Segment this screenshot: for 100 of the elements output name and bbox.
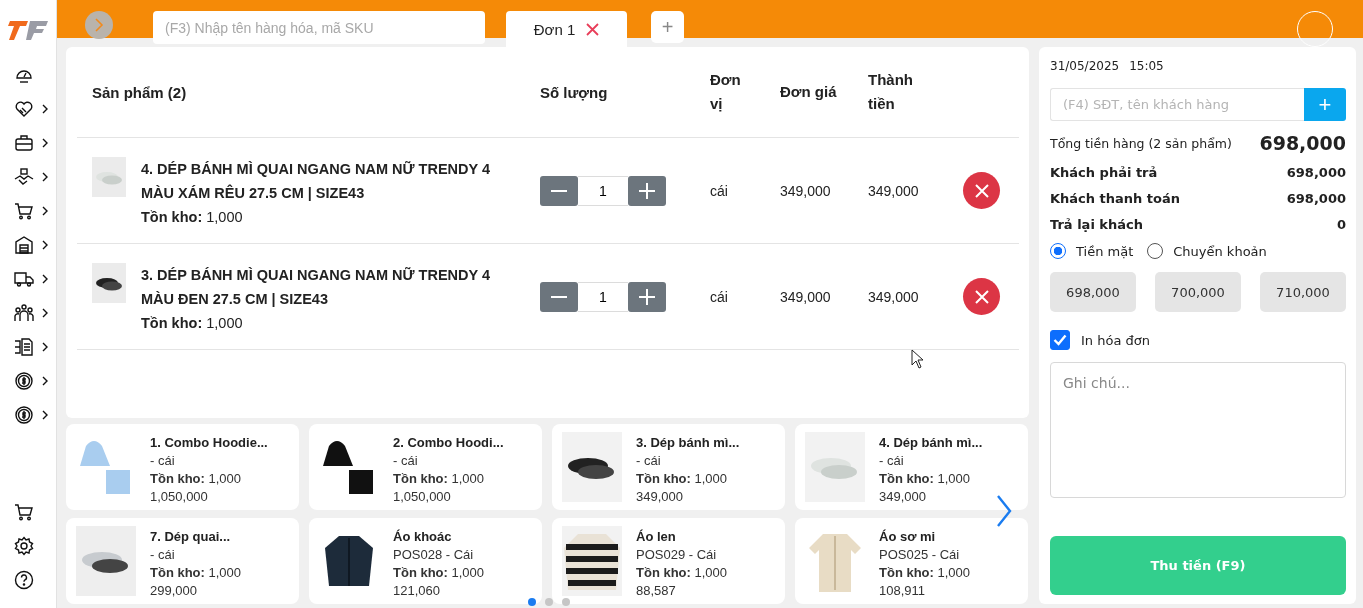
product-name: Áo sơ mi — [879, 528, 937, 546]
remove-button[interactable] — [963, 172, 1000, 209]
help-icon[interactable] — [14, 570, 34, 590]
page-dot[interactable] — [545, 598, 553, 606]
next-icon[interactable] — [996, 494, 1012, 528]
summary-value: 698,000 — [1286, 165, 1346, 180]
product-price: 88,587 — [636, 582, 677, 600]
product-name: 2. Combo Hoodi... — [393, 434, 504, 452]
coin-icon[interactable] — [14, 371, 34, 391]
product-name: 3. DÉP BÁNH MÌ QUAI NGANG NAM NỮ TRENDY 4 MÀU ĐEN 27.5 CM | SIZE43 — [141, 265, 492, 309]
doc-icon[interactable] — [14, 337, 34, 357]
stock-text: Tồn kho: 1,000 — [636, 470, 729, 488]
quantity-field[interactable]: 1 — [578, 175, 628, 206]
subtotal-label: Tổng tiền hàng (2 sản phẩm) — [1050, 135, 1232, 151]
minus-icon — [551, 189, 567, 192]
chevron-icon[interactable] — [42, 342, 48, 352]
product-card[interactable]: 1. Combo Hoodie... - cái Tồn kho: 1,000 1,050,000 — [66, 424, 299, 510]
column-header: Số lượng — [540, 83, 609, 101]
remove-button[interactable] — [963, 278, 1000, 315]
product-card[interactable]: Áo len POS029 - Cái Tồn kho: 1,000 88,587 — [552, 518, 785, 604]
chevron-icon[interactable] — [42, 104, 48, 114]
product-unit: POS029 - Cái — [636, 546, 718, 564]
payment-radio[interactable]: Tiền mặt — [1050, 243, 1134, 259]
chevron-icon[interactable] — [42, 206, 48, 216]
decrease-button[interactable] — [540, 281, 578, 312]
search-field[interactable]: (F3) Nhập tên hàng hóa, mã SKU — [153, 11, 485, 44]
table-cell-text: 349,000 — [868, 288, 920, 305]
decrease-button[interactable] — [540, 175, 578, 206]
chevron-icon[interactable] — [42, 376, 48, 386]
product-card[interactable]: Áo sơ mi POS025 - Cái Tồn kho: 1,000 108,911 — [795, 518, 1028, 604]
product-price: 349,000 — [879, 488, 927, 506]
cart-icon[interactable] — [14, 201, 34, 221]
page-dot[interactable] — [528, 598, 536, 606]
product-name: Áo len — [636, 528, 677, 546]
stock-text: Tồn kho: 1,000 — [393, 564, 485, 582]
table-cell-text: 349,000 — [868, 182, 920, 199]
stock-text: Tồn kho: 1,000 — [636, 564, 728, 582]
case-icon[interactable] — [14, 133, 34, 153]
increase-button[interactable] — [628, 281, 666, 312]
summary-label: Khách thanh toán — [1050, 191, 1181, 206]
table-cell-text: cái — [710, 182, 729, 199]
column-header: Đơn vị — [710, 70, 742, 114]
stock-text: Tồn kho: 1,000 — [879, 564, 971, 582]
settings-icon[interactable] — [14, 536, 34, 556]
product-card[interactable]: 7. Dép quai... - cái Tồn kho: 1,000 299,000 — [66, 518, 299, 604]
chevron-icon[interactable] — [42, 410, 48, 420]
page-dot[interactable] — [562, 598, 570, 606]
chevron-icon[interactable] — [42, 172, 48, 182]
cart-icon[interactable] — [14, 502, 34, 522]
truck-icon[interactable] — [14, 269, 34, 289]
product-name: 4. Dép bánh mì... — [879, 434, 983, 452]
add-tab-button[interactable]: + — [651, 11, 684, 43]
product-unit: POS025 - Cái — [879, 546, 961, 564]
product-card[interactable]: 2. Combo Hoodi... - cái Tồn kho: 1,000 1,050,000 — [309, 424, 542, 510]
amount-button[interactable]: 700,000 — [1155, 272, 1241, 312]
summary-value: 698,000 — [1286, 191, 1346, 206]
product-price: 1,050,000 — [150, 488, 209, 506]
time-text: 15:05 — [1129, 59, 1164, 73]
amount-button[interactable]: 698,000 — [1050, 272, 1136, 312]
product-price: 1,050,000 — [393, 488, 452, 506]
close-icon — [974, 289, 989, 304]
quantity-field[interactable]: 1 — [578, 281, 628, 312]
amount-button[interactable]: 710,000 — [1260, 272, 1346, 312]
chevron-icon[interactable] — [42, 138, 48, 148]
chevron-icon[interactable] — [42, 308, 48, 318]
plus-icon — [639, 182, 655, 199]
product-unit: - cái — [636, 452, 662, 470]
product-card[interactable]: 3. Dép bánh mì... - cái Tồn kho: 1,000 349,000 — [552, 424, 785, 510]
heart-icon[interactable] — [14, 99, 34, 119]
people-icon[interactable] — [14, 303, 34, 323]
payment-radio[interactable]: Chuyển khoản — [1147, 243, 1267, 259]
chevron-icon[interactable] — [42, 240, 48, 250]
product-unit: POS028 - Cái — [393, 546, 475, 564]
increase-button[interactable] — [628, 175, 666, 206]
order-tab[interactable]: Đơn 1 — [506, 11, 627, 49]
chevron-icon[interactable] — [42, 274, 48, 284]
minus-icon — [551, 295, 567, 298]
note-field[interactable]: Ghi chú... — [1050, 362, 1346, 498]
chevron-icon — [94, 18, 104, 32]
product-card[interactable]: 4. Dép bánh mì... - cái Tồn kho: 1,000 349,000 — [795, 424, 1028, 510]
product-name: 1. Combo Hoodie... — [150, 434, 268, 452]
product-card[interactable]: Áo khoác POS028 - Cái Tồn kho: 1,000 121,060 — [309, 518, 542, 604]
stock-text: Tồn kho: 1,000 — [879, 470, 972, 488]
store-icon[interactable] — [14, 235, 34, 255]
close-icon[interactable] — [586, 22, 600, 36]
logo-icon — [8, 19, 48, 41]
stock-text: Tồn kho: 1,000 — [150, 564, 242, 582]
product-unit: - cái — [150, 546, 176, 564]
table-cell-text: cái — [710, 288, 729, 305]
customer-field[interactable]: (F4) SĐT, tên khách hàng — [1050, 88, 1304, 121]
column-header: Đơn giá — [780, 82, 838, 102]
product-price: 108,911 — [879, 582, 927, 600]
table-cell-text: 349,000 — [780, 182, 832, 199]
print-invoice-checkbox[interactable]: In hóa đơn — [1050, 330, 1346, 350]
product-name: 4. DÉP BÁNH MÌ QUAI NGANG NAM NỮ TRENDY 4 MÀU XÁM RÊU 27.5 CM | SIZE43 — [141, 159, 492, 203]
product-unit: - cái — [150, 452, 176, 470]
subtotal-value: 698,000 — [1259, 132, 1346, 154]
table-cell-text: 349,000 — [780, 288, 832, 305]
product-price: 121,060 — [393, 582, 441, 600]
column-header: Thành tiền — [868, 70, 914, 114]
